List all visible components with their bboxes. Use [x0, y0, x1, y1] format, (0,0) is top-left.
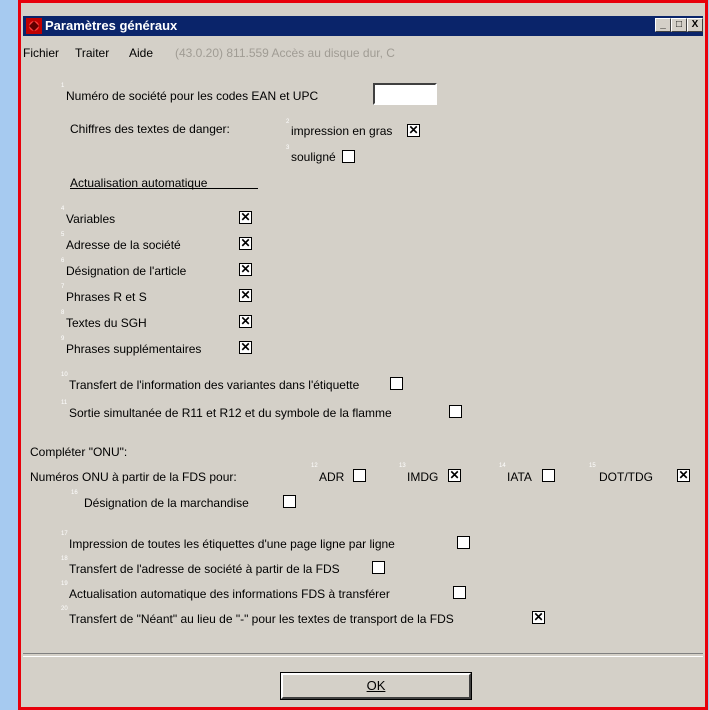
simultaneous-output-label: Sortie simultanée de R11 et R12 et du sy… [69, 406, 392, 420]
company-number-input[interactable] [373, 83, 437, 105]
field-number: 14 [499, 463, 506, 469]
field-number: 19 [61, 581, 68, 587]
goods-designation-label: Désignation de la marchandise [84, 496, 249, 510]
window-title: Paramètres généraux [45, 18, 178, 33]
bottom-item-label: Impression de toutes les étiquettes d'un… [69, 537, 395, 551]
field-number: 8 [61, 310, 65, 316]
onu-option-label: ADR [319, 470, 345, 484]
iata-checkbox[interactable] [542, 469, 555, 482]
underlined-checkbox[interactable] [342, 150, 355, 163]
supplementary-phrases-checkbox[interactable]: ✕ [239, 341, 252, 354]
bold-print-checkbox[interactable]: ✕ [407, 124, 420, 137]
field-number: 5 [61, 232, 65, 238]
field-number: 12 [311, 463, 318, 469]
onu-option-label: IMDG [407, 470, 439, 484]
dot-tdg-checkbox[interactable]: ✕ [677, 469, 690, 482]
auto-item-label: Phrases supplémentaires [66, 342, 202, 356]
menu-fichier[interactable]: Fichier [23, 46, 59, 60]
bold-print-label: impression en gras [291, 124, 393, 138]
field-number: 20 [61, 606, 68, 612]
auto-item-label: Textes du SGH [66, 316, 147, 330]
r-s-phrases-checkbox[interactable]: ✕ [239, 289, 252, 302]
bottom-item-label: Transfert de l'adresse de société à part… [69, 562, 340, 576]
company-address-checkbox[interactable]: ✕ [239, 237, 252, 250]
company-address-transfer-checkbox[interactable] [372, 561, 385, 574]
field-number: 15 [589, 463, 596, 469]
field-number: 13 [399, 463, 406, 469]
variant-transfer-label: Transfert de l'information des variantes… [69, 378, 360, 392]
fds-auto-update-checkbox[interactable] [453, 586, 466, 599]
field-number: 6 [61, 258, 65, 264]
onu-option-label: DOT/TDG [599, 470, 653, 484]
maximize-button[interactable]: □ [671, 18, 687, 32]
field-number: 16 [71, 490, 78, 496]
title-bar[interactable]: Paramètres généraux _ □ X [23, 16, 703, 36]
separator [23, 653, 703, 657]
print-all-labels-checkbox[interactable] [457, 536, 470, 549]
company-number-label: Numéro de société pour les codes EAN et … [66, 89, 319, 103]
field-number: 1 [61, 83, 65, 89]
ok-button[interactable]: OK [280, 672, 472, 700]
settings-window: Paramètres généraux _ □ X Fichier Traite… [18, 0, 708, 710]
close-button[interactable]: X [687, 18, 703, 32]
imdg-checkbox[interactable]: ✕ [448, 469, 461, 482]
simultaneous-output-checkbox[interactable] [449, 405, 462, 418]
goods-designation-checkbox[interactable] [283, 495, 296, 508]
field-number: 10 [61, 372, 68, 378]
variables-checkbox[interactable]: ✕ [239, 211, 252, 224]
sgh-texts-checkbox[interactable]: ✕ [239, 315, 252, 328]
auto-item-label: Désignation de l'article [66, 264, 187, 278]
bottom-item-label: Actualisation automatique des informatio… [69, 587, 390, 601]
field-number: 4 [61, 206, 65, 212]
variant-transfer-checkbox[interactable] [390, 377, 403, 390]
onu-option-label: IATA [507, 470, 532, 484]
auto-item-label: Variables [66, 212, 116, 226]
status-info: (43.0.20) 811.559 Accès au disque dur, C [175, 46, 395, 60]
neant-transfer-checkbox[interactable]: ✕ [532, 611, 545, 624]
field-number: 3 [286, 145, 290, 151]
field-number: 17 [61, 531, 68, 537]
auto-item-label: Adresse de la société [66, 238, 181, 252]
danger-digits-label: Chiffres des textes de danger: [70, 122, 230, 136]
minimize-button[interactable]: _ [655, 18, 671, 32]
heading-underline [70, 188, 258, 189]
bottom-item-label: Transfert de "Néant" au lieu de "-" pour… [69, 612, 454, 626]
field-number: 18 [61, 556, 68, 562]
underlined-label: souligné [291, 150, 336, 164]
onu-numbers-label: Numéros ONU à partir de la FDS pour: [30, 470, 237, 484]
onu-heading: Compléter "ONU": [30, 445, 128, 459]
menu-traiter[interactable]: Traiter [75, 46, 109, 60]
field-number: 2 [286, 119, 290, 125]
field-number: 11 [61, 400, 68, 406]
article-designation-checkbox[interactable]: ✕ [239, 263, 252, 276]
app-icon [26, 18, 42, 34]
field-number: 9 [61, 336, 65, 342]
menu-aide[interactable]: Aide [129, 46, 153, 60]
field-number: 7 [61, 284, 65, 290]
menu-bar: Fichier Traiter Aide (43.0.20) 811.559 A… [23, 39, 703, 60]
auto-item-label: Phrases R et S [66, 290, 147, 304]
adr-checkbox[interactable] [353, 469, 366, 482]
